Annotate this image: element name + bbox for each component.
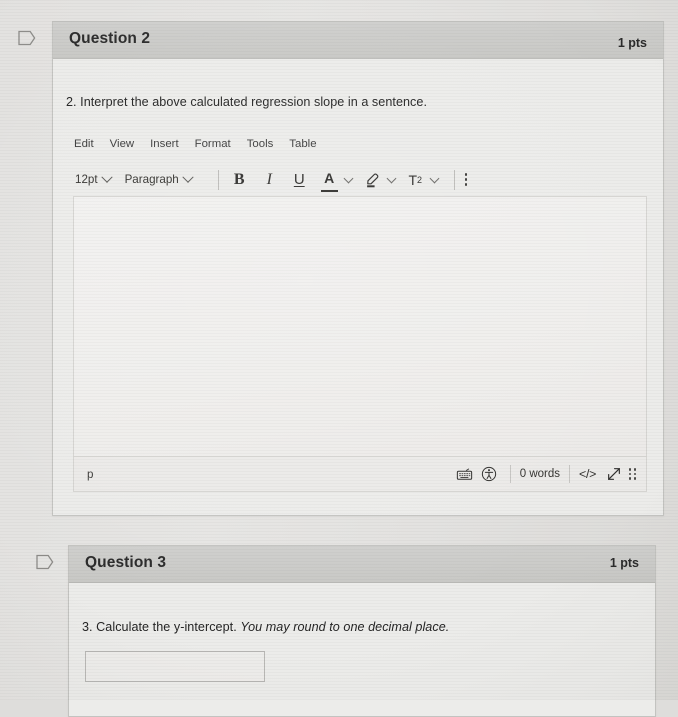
keyboard-shortcuts-icon	[457, 468, 473, 480]
chevron-down-icon	[100, 171, 113, 183]
block-format-value: Paragraph	[124, 173, 179, 186]
question-card-q3: Question 3 1 pts 3. Calculate the y-inte…	[68, 545, 656, 717]
question-prompt-q2: 2. Interpret the above calculated regres…	[66, 95, 427, 109]
toolbar-divider	[217, 169, 219, 190]
question-prompt-q3: 3. Calculate the y-intercept. You may ro…	[82, 620, 449, 634]
element-path-label: p	[87, 467, 94, 481]
question-body-q2: 2. Interpret the above calculated regres…	[53, 59, 663, 514]
question-prompt-hint-q3: You may round to one decimal place.	[240, 620, 450, 634]
highlighter-pen-icon	[366, 173, 379, 188]
quiz-page: Question 2 1 pts 2. Interpret the above …	[0, 0, 678, 717]
rich-content-editor-q2: p 0 words </>	[73, 196, 647, 492]
html-editor-button[interactable]: </>	[579, 467, 596, 481]
grip-dot	[629, 468, 632, 471]
kebab-dot	[464, 183, 468, 186]
accessibility-checker-button[interactable]	[477, 463, 501, 485]
italic-button[interactable]: I	[261, 169, 278, 191]
question-title-q3: Question 3	[85, 554, 167, 571]
underline-button[interactable]: U	[291, 169, 308, 191]
statusbar-divider	[509, 465, 511, 483]
grip-dot	[629, 477, 632, 480]
chevron-down-icon[interactable]	[429, 173, 440, 184]
question-flag-icon-q2[interactable]	[18, 30, 36, 46]
question-prompt-text-q2: 2. Interpret the above calculated regres…	[66, 95, 427, 109]
chevron-down-icon[interactable]	[386, 173, 397, 184]
question-header-q3: Question 3 1 pts	[69, 546, 655, 583]
question-flag-icon-q3[interactable]	[36, 554, 54, 570]
grip-dot	[629, 472, 632, 476]
question-card-q2: Question 2 1 pts 2. Interpret the above …	[52, 21, 664, 516]
fullscreen-button[interactable]	[602, 463, 626, 485]
expand-arrow-icon	[608, 468, 620, 480]
statusbar-divider	[569, 465, 571, 483]
superscript-button[interactable]: T2	[407, 169, 424, 191]
chevron-down-icon	[182, 171, 194, 183]
menu-item-insert[interactable]: Insert	[150, 138, 179, 150]
grip-dot	[633, 472, 636, 476]
kebab-dot	[464, 173, 468, 176]
editor-text-area[interactable]	[74, 197, 646, 457]
editor-resize-handle[interactable]	[629, 468, 636, 480]
more-options-button[interactable]	[464, 173, 468, 186]
editor-toolbar-q2: 12pt Paragraph B I U A T 2	[75, 167, 468, 192]
question-header-q2: Question 2 1 pts	[53, 22, 663, 59]
question-prompt-text-q3: 3. Calculate the y-intercept.	[82, 620, 237, 634]
chevron-down-icon[interactable]	[343, 173, 354, 184]
font-size-select[interactable]: 12pt	[75, 171, 113, 186]
question-points-q2: 1 pts	[617, 36, 647, 50]
bold-button[interactable]: B	[231, 169, 248, 191]
menu-item-edit[interactable]: Edit	[74, 138, 94, 150]
menu-item-format[interactable]: Format	[195, 138, 231, 150]
accessibility-checker-icon	[481, 466, 496, 482]
highlight-color-button[interactable]	[364, 169, 381, 191]
kebab-dot	[464, 178, 468, 181]
editor-statusbar: p 0 words </>	[74, 456, 646, 491]
menu-item-tools[interactable]: Tools	[247, 138, 274, 150]
question-points-q3: 1 pts	[609, 556, 639, 570]
question-body-q3: 3. Calculate the y-intercept. You may ro…	[69, 583, 655, 715]
keyboard-shortcuts-button[interactable]	[453, 463, 477, 485]
short-answer-input-q3[interactable]	[85, 651, 265, 682]
grip-dot	[633, 468, 636, 471]
grip-dot	[633, 477, 636, 480]
toolbar-divider	[453, 169, 455, 190]
menu-item-view[interactable]: View	[110, 138, 134, 150]
question-title-q2: Question 2	[69, 30, 151, 47]
editor-menubar-q2: Edit View Insert Format Tools Table	[74, 138, 317, 150]
block-format-select[interactable]: Paragraph	[124, 171, 194, 186]
word-count-label[interactable]: 0 words	[520, 468, 560, 480]
superscript-base: T	[408, 171, 417, 188]
font-size-value: 12pt	[75, 173, 98, 186]
superscript-exponent: 2	[417, 174, 423, 185]
menu-item-table[interactable]: Table	[289, 138, 316, 150]
text-color-button[interactable]: A	[320, 167, 338, 192]
